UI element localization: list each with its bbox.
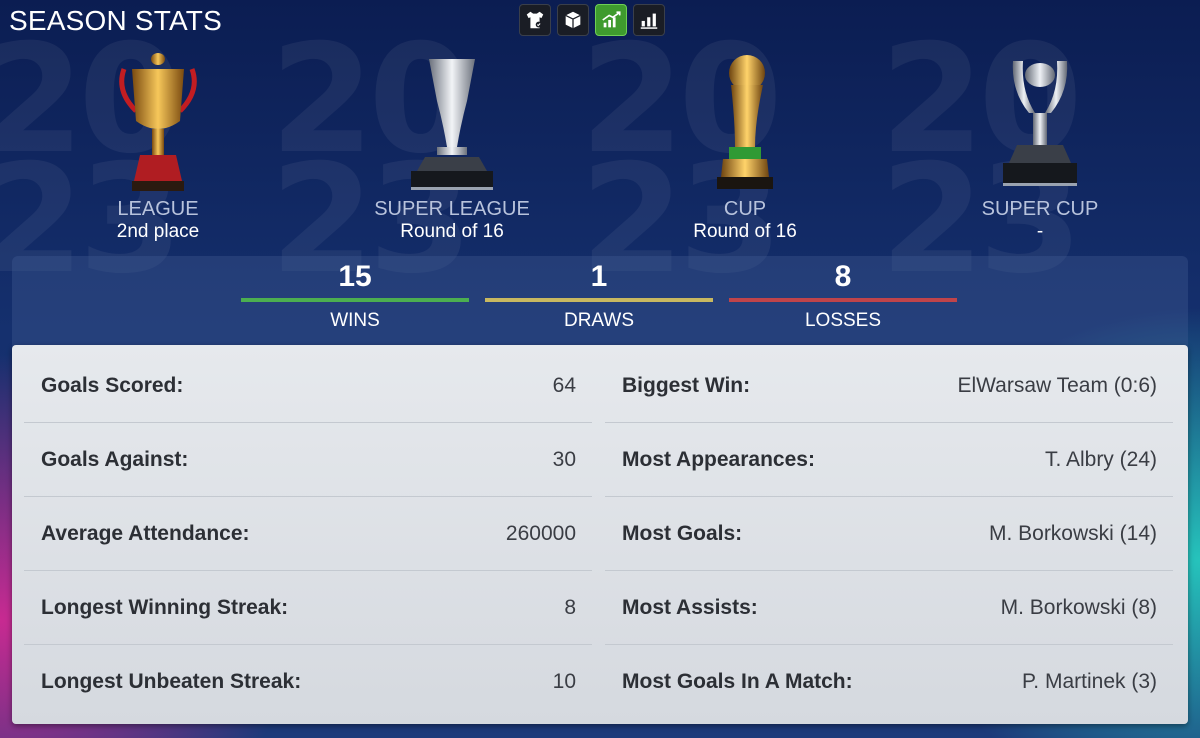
team-stats-column: Goals Scored: 64 Goals Against: 30 Avera… <box>24 349 592 719</box>
super-league-trophy-icon <box>411 59 493 190</box>
stat-row-most-appearances: Most Appearances: T. Albry (24) <box>605 423 1173 497</box>
view-tabs <box>519 4 665 36</box>
competition-result: 2nd place <box>116 221 200 242</box>
stat-value: 64 <box>552 373 576 397</box>
box-icon <box>565 11 581 29</box>
page-title: SEASON STATS <box>9 5 222 36</box>
bar-chart-icon <box>640 13 658 29</box>
competition-name: SUPER CUP <box>981 198 1099 220</box>
stat-label: Biggest Win: <box>622 373 751 397</box>
competition-cup: CUP Round of 16 <box>645 48 845 244</box>
stat-value: 260000 <box>505 521 576 545</box>
stat-row-goals-against: Goals Against: 30 <box>24 423 592 497</box>
stat-value: 30 <box>552 447 576 471</box>
competition-name: LEAGUE <box>117 198 199 220</box>
draws-label: DRAWS <box>563 310 635 331</box>
stat-label: Most Appearances: <box>622 447 815 471</box>
stat-row-most-goals-in-a-match: Most Goals In A Match: P. Martinek (3) <box>605 645 1173 719</box>
tab-transfers[interactable] <box>557 4 589 36</box>
competition-name: SUPER LEAGUE <box>374 198 530 220</box>
competition-name: CUP <box>723 198 767 220</box>
competition-result: Round of 16 <box>693 221 797 242</box>
stat-row-longest-winning-streak: Longest Winning Streak: 8 <box>24 571 592 645</box>
draws-bar <box>485 298 713 302</box>
stat-row-most-assists: Most Assists: M. Borkowski (8) <box>605 571 1173 645</box>
season-stats-panel: Goals Scored: 64 Goals Against: 30 Avera… <box>12 345 1188 724</box>
tab-statistics[interactable] <box>633 4 665 36</box>
wins-count: 15 <box>338 260 372 293</box>
competition-result: - <box>1036 221 1044 242</box>
super-cup-trophy-icon <box>1003 61 1077 186</box>
jersey-icon <box>526 11 544 29</box>
stat-label: Goals Against: <box>41 447 189 471</box>
cup-trophy-icon <box>717 55 773 189</box>
season-record: 15 WINS 1 DRAWS 8 LOSSES <box>12 256 1188 348</box>
stat-value: ElWarsaw Team (0:6) <box>957 373 1157 397</box>
tab-season-stats[interactable] <box>595 4 627 36</box>
stat-label: Longest Winning Streak: <box>41 595 289 619</box>
stats-growth-icon <box>602 11 621 28</box>
stat-row-most-goals: Most Goals: M. Borkowski (14) <box>605 497 1173 571</box>
competition-super-cup: SUPER CUP - <box>940 48 1140 244</box>
wins-bar <box>241 298 469 302</box>
stat-label: Most Goals In A Match: <box>622 670 853 693</box>
tab-squad[interactable] <box>519 4 551 36</box>
stat-row-average-attendance: Average Attendance: 260000 <box>24 497 592 571</box>
stat-label: Most Goals: <box>622 521 743 545</box>
competition-super-league: SUPER LEAGUE Round of 16 <box>352 48 552 244</box>
stat-label: Goals Scored: <box>41 373 184 397</box>
league-trophy-icon <box>119 53 197 191</box>
stat-value: M. Borkowski (14) <box>988 521 1157 545</box>
competition-result: Round of 16 <box>400 221 504 242</box>
wins-block: 15 WINS <box>241 260 469 332</box>
stat-value: T. Albry (24) <box>1044 447 1157 471</box>
stat-label: Longest Unbeaten Streak: <box>41 670 302 693</box>
stat-label: Most Assists: <box>622 595 758 619</box>
draws-block: 1 DRAWS <box>485 260 713 332</box>
competition-league: LEAGUE 2nd place <box>58 48 258 244</box>
competition-trophies: LEAGUE 2nd place SUPER LEAGUE Round of 1… <box>0 48 1200 248</box>
losses-count: 8 <box>834 260 852 293</box>
wins-label: WINS <box>330 310 380 331</box>
losses-block: 8 LOSSES <box>729 260 957 332</box>
stat-value: 8 <box>564 595 576 619</box>
stat-row-longest-unbeaten-streak: Longest Unbeaten Streak: 10 <box>24 645 592 719</box>
losses-bar <box>729 298 957 302</box>
stat-value: P. Martinek (3) <box>1022 670 1157 693</box>
stat-value: M. Borkowski (8) <box>1000 595 1157 619</box>
stat-label: Average Attendance: <box>41 521 250 545</box>
losses-label: LOSSES <box>804 310 882 331</box>
stat-row-goals-scored: Goals Scored: 64 <box>24 349 592 423</box>
stat-row-biggest-win: Biggest Win: ElWarsaw Team (0:6) <box>605 349 1173 423</box>
player-stats-column: Biggest Win: ElWarsaw Team (0:6) Most Ap… <box>605 349 1173 719</box>
stat-value: 10 <box>552 670 576 693</box>
draws-count: 1 <box>590 260 608 293</box>
